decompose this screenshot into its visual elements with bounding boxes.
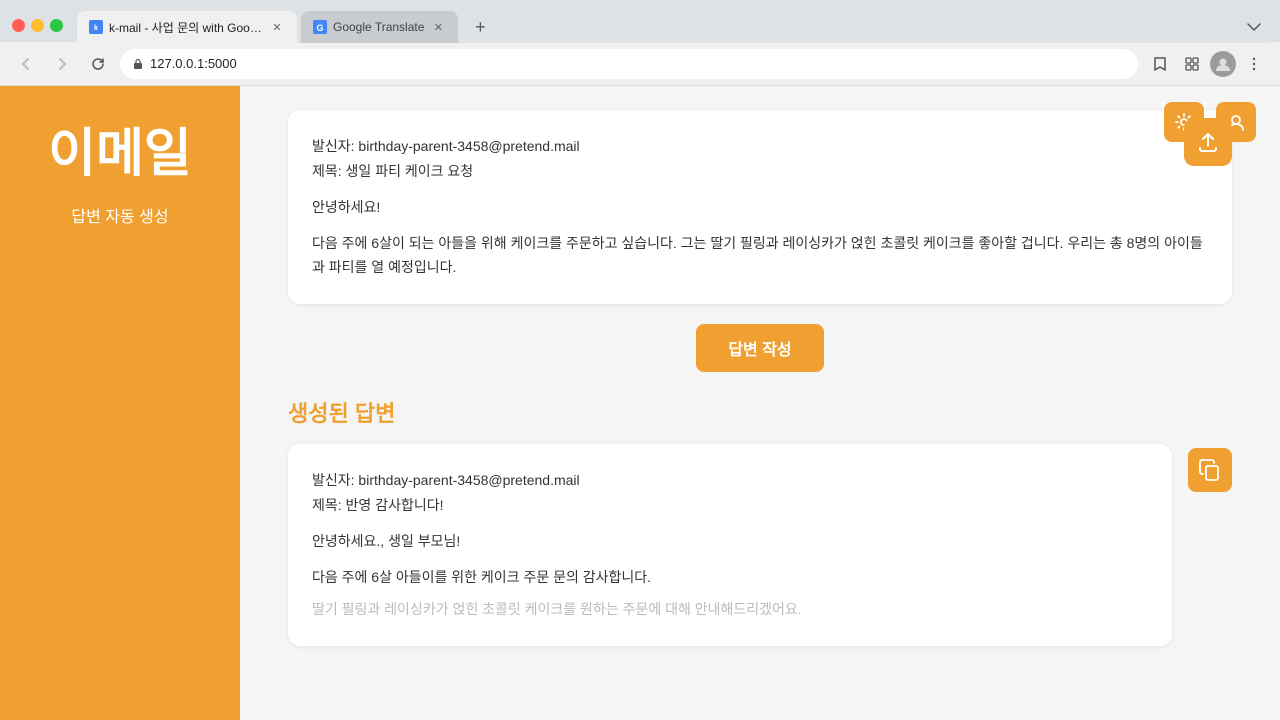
sidebar-subtitle: 답변 자동 생성 [71, 203, 168, 227]
tab-close-translate[interactable]: ✕ [430, 19, 446, 35]
svg-text:G: G [316, 23, 323, 33]
reply-subject-line: 제목: 반영 감사합니다! [312, 493, 1148, 518]
email-greeting: 안녕하세요! [312, 196, 1208, 220]
tab-kmail[interactable]: k k-mail - 사업 문의 with Google... ✕ [77, 11, 297, 43]
tab-translate[interactable]: G Google Translate ✕ [301, 11, 458, 43]
nav-bar: 127.0.0.1:5000 [0, 42, 1280, 86]
address-text: 127.0.0.1:5000 [150, 56, 1126, 71]
reply-body1: 다음 주에 6살 아들이를 위한 케이크 주문 문의 감사합니다. [312, 566, 1148, 590]
upload-button[interactable] [1184, 118, 1232, 166]
refresh-button[interactable] [84, 50, 112, 78]
extensions-button[interactable] [1178, 50, 1206, 78]
new-tab-button[interactable]: + [466, 13, 494, 41]
upload-button-container [1184, 118, 1232, 166]
reply-greeting: 안녕하세요., 생일 부모님! [312, 530, 1148, 554]
address-bar[interactable]: 127.0.0.1:5000 [120, 49, 1138, 79]
svg-text:k: k [94, 25, 98, 32]
generate-reply-button[interactable]: 답변 작성 [696, 324, 823, 372]
tab-close-kmail[interactable]: ✕ [269, 19, 285, 35]
action-row: 답변 작성 [288, 324, 1232, 372]
tab-title-translate: Google Translate [333, 20, 424, 34]
email-sender-line: 발신자: birthday-parent-3458@pretend.mail [312, 134, 1208, 159]
minimize-window-button[interactable] [31, 19, 44, 32]
email-input-card: 발신자: birthday-parent-3458@pretend.mail 제… [288, 110, 1232, 304]
generated-section-title: 생성된 답변 [288, 396, 1232, 428]
tab-bar: k k-mail - 사업 문의 with Google... ✕ G Goog… [77, 7, 1268, 43]
email-subject-line: 제목: 생일 파티 케이크 요청 [312, 159, 1208, 184]
nav-icons [1146, 50, 1268, 78]
main-area: 발신자: birthday-parent-3458@pretend.mail 제… [240, 86, 1280, 720]
page-content: 이메일 답변 자동 생성 발신자: birthday-parent-3458@p… [0, 86, 1280, 720]
copy-button[interactable] [1188, 448, 1232, 492]
maximize-window-button[interactable] [50, 19, 63, 32]
browser-chrome: k k-mail - 사업 문의 with Google... ✕ G Goog… [0, 0, 1280, 86]
user-avatar-button[interactable] [1210, 51, 1236, 77]
back-button[interactable] [12, 50, 40, 78]
tab-favicon-kmail: k [89, 20, 103, 34]
tab-overflow-button[interactable] [1240, 13, 1268, 41]
email-body-text: 다음 주에 6살이 되는 아들을 위해 케이크를 주문하고 싶습니다. 그는 딸… [312, 232, 1208, 280]
forward-button[interactable] [48, 50, 76, 78]
reply-sender-line: 발신자: birthday-parent-3458@pretend.mail [312, 468, 1148, 493]
reply-body2: 딸기 필링과 레이싱카가 얹힌 초콜릿 케이크를 원하는 주문에 대해 안내해드… [312, 598, 1148, 622]
tab-favicon-translate: G [313, 20, 327, 34]
generated-section: 생성된 답변 발신자: birthday-parent-3458@pretend… [288, 396, 1232, 646]
close-window-button[interactable] [12, 19, 25, 32]
sidebar: 이메일 답변 자동 생성 [0, 86, 240, 720]
reply-card-row: 발신자: birthday-parent-3458@pretend.mail 제… [288, 444, 1232, 646]
lock-icon [132, 58, 144, 70]
title-bar: k k-mail - 사업 문의 with Google... ✕ G Goog… [0, 0, 1280, 42]
chrome-menu-button[interactable] [1240, 50, 1268, 78]
tab-title-kmail: k-mail - 사업 문의 with Google... [109, 19, 263, 36]
reply-card: 발신자: birthday-parent-3458@pretend.mail 제… [288, 444, 1172, 646]
window-controls [12, 19, 63, 32]
sidebar-title: 이메일 [48, 126, 192, 183]
bookmark-button[interactable] [1146, 50, 1174, 78]
